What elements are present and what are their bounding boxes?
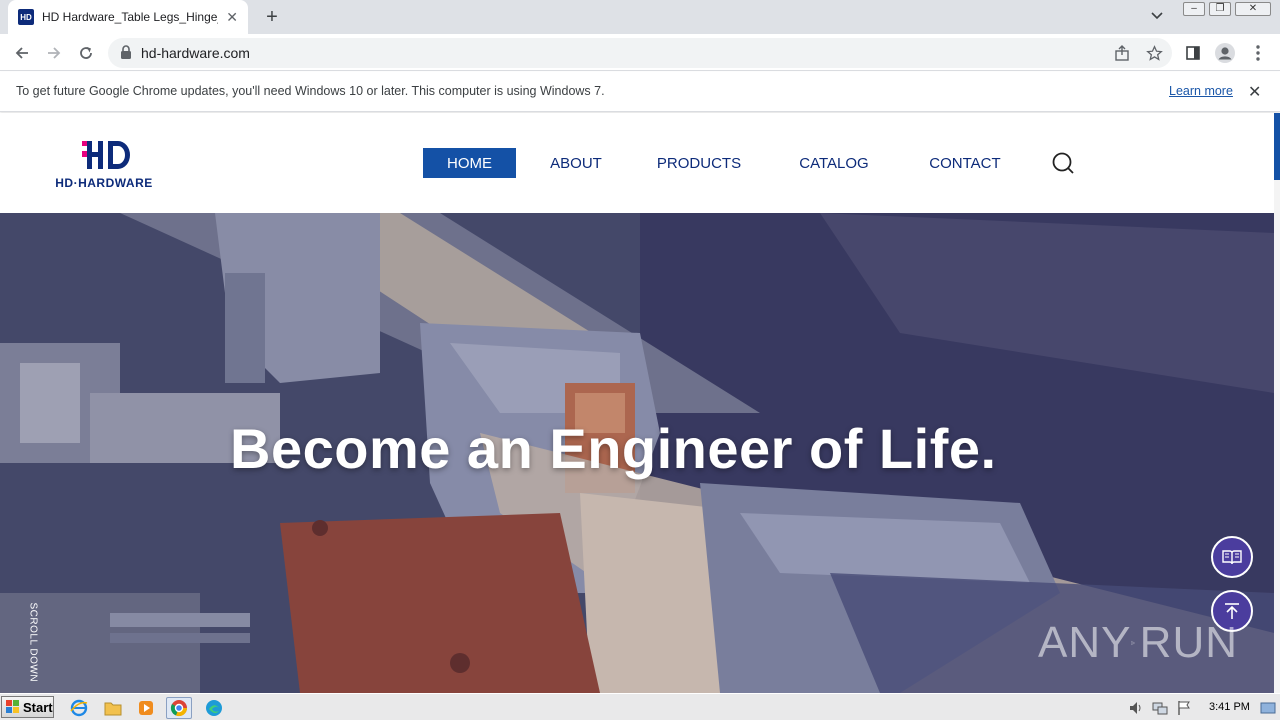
windows-logo-icon [6,700,19,713]
nav-contact[interactable]: CONTACT [922,148,1008,178]
hero-headline: Become an Engineer of Life. [230,417,997,480]
tab-close-icon[interactable]: ✕ [226,9,238,26]
hero-banner: Become an Engineer of Life. SCROLL DOWN … [0,213,1274,693]
volume-icon[interactable] [1128,700,1144,716]
chrome-taskbar-icon[interactable] [166,697,192,719]
watermark-right: RUN [1139,618,1238,667]
lock-icon [121,45,131,59]
hd-hardware-logo[interactable]: HD·HARDWARE [42,139,166,190]
page-scrollbar[interactable] [1274,113,1280,693]
scroll-down-hint[interactable]: SCROLL DOWN [18,602,48,685]
catalog-book-icon [1222,550,1242,565]
internet-explorer-icon[interactable] [66,697,92,719]
logo-wordmark: HD·HARDWARE [55,176,153,190]
url-text: hd-hardware.com [141,45,250,61]
show-desktop-icon[interactable] [1260,700,1276,716]
nav-products[interactable]: PRODUCTS [652,148,746,178]
hd-logo-mark-icon [82,141,130,169]
windows-taskbar: Start 3:41 PM [0,693,1280,720]
start-label: Start [23,699,53,715]
watermark-left: ANY [1038,618,1132,667]
window-restore-icon[interactable]: ❐ [1209,2,1231,16]
nav-about[interactable]: ABOUT [543,148,609,178]
taskbar-clock[interactable]: 3:41 PM [1209,701,1250,713]
infobar-message: To get future Google Chrome updates, you… [16,84,605,98]
action-center-flag-icon[interactable] [1176,700,1192,716]
catalog-fab-button[interactable] [1211,536,1253,578]
network-icon[interactable] [1152,700,1168,716]
back-arrow-icon[interactable] [10,41,34,65]
media-player-icon[interactable] [133,697,159,719]
profile-avatar-icon[interactable] [1213,41,1237,65]
infobar-close-icon[interactable]: ✕ [1248,82,1261,102]
browser-toolbar: hd-hardware.com [0,34,1280,71]
update-infobar: To get future Google Chrome updates, you… [0,72,1280,112]
nav-catalog[interactable]: CATALOG [791,148,877,178]
start-button[interactable]: Start [1,696,54,718]
address-bar[interactable]: hd-hardware.com [108,38,1172,68]
window-close-icon[interactable]: ✕ [1235,2,1271,16]
nav-home[interactable]: HOME [423,148,516,178]
site-header: HD·HARDWARE HOME ABOUT PRODUCTS CATALOG … [0,113,1274,213]
learn-more-link[interactable]: Learn more [1169,84,1233,98]
search-icon[interactable] [1051,151,1075,175]
play-triangle-icon [1131,640,1136,646]
tab-title: HD Hardware_Table Legs_Hinge_Met [42,10,218,24]
browser-tab-strip: HD HD Hardware_Table Legs_Hinge_Met ✕ + … [0,0,1280,34]
new-tab-icon[interactable]: + [260,5,284,29]
browser-tab-active[interactable]: HD HD Hardware_Table Legs_Hinge_Met ✕ [8,0,248,34]
edge-icon[interactable] [201,697,227,719]
menu-kebab-icon[interactable] [1246,41,1270,65]
anyrun-watermark: ANY RUN [1038,611,1238,675]
forward-arrow-icon[interactable] [42,41,66,65]
scrollbar-thumb[interactable] [1274,113,1280,180]
share-icon[interactable] [1110,41,1134,65]
scroll-down-label: SCROLL DOWN [27,602,39,683]
file-explorer-icon[interactable] [100,697,126,719]
site-favicon-icon: HD [18,9,34,25]
bookmark-star-icon[interactable] [1142,41,1166,65]
reload-icon[interactable] [74,41,98,65]
side-panel-icon[interactable] [1181,41,1205,65]
tab-search-chevron-icon[interactable] [1150,8,1170,26]
window-minimize-icon[interactable]: – [1183,2,1205,16]
